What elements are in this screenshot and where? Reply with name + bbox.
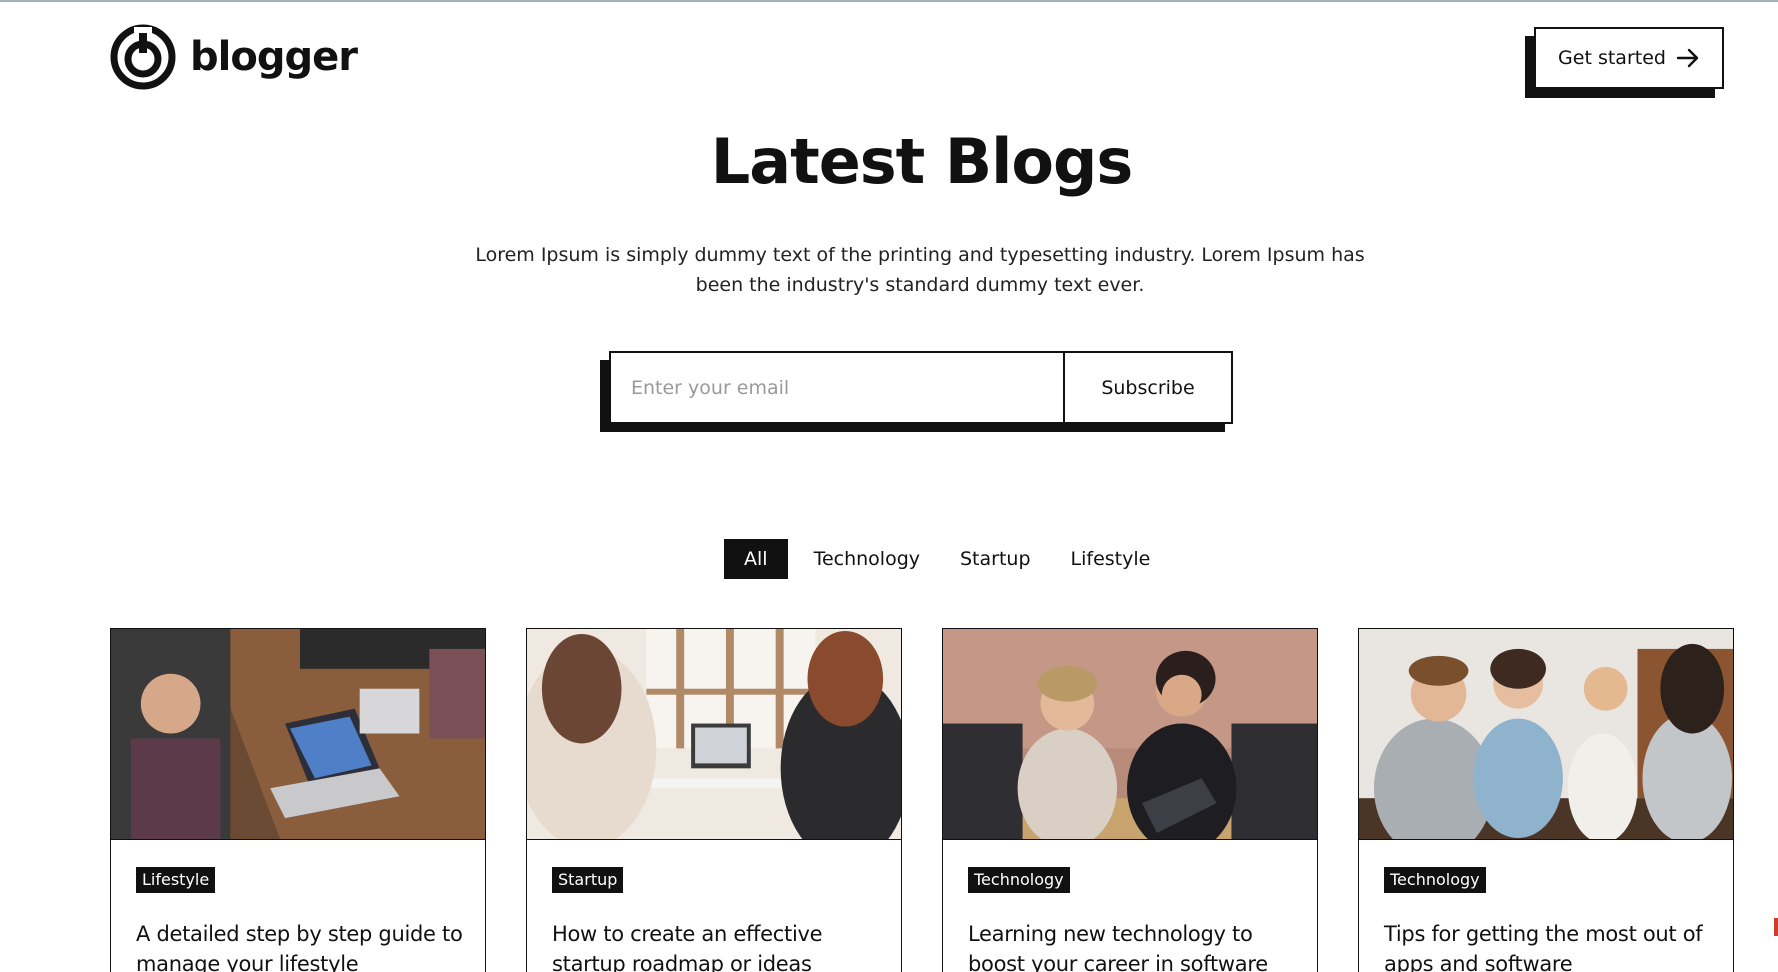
blog-card-title[interactable]: Tips for getting the most out of apps an…: [1384, 919, 1724, 972]
get-started-label: Get started: [1558, 47, 1666, 69]
category-badge: Lifestyle: [136, 867, 216, 893]
brand-logo[interactable]: blogger: [110, 24, 358, 90]
blog-card-image[interactable]: [1359, 629, 1733, 840]
edge-marker: [1774, 918, 1778, 936]
email-input[interactable]: [611, 353, 1065, 422]
subscribe-button[interactable]: Subscribe: [1065, 353, 1231, 422]
blog-card[interactable]: Startup How to create an effective start…: [526, 628, 902, 972]
category-tabs: All Technology Startup Lifestyle: [724, 539, 1164, 579]
blog-card-image[interactable]: [943, 629, 1317, 840]
page-title: Latest Blogs: [710, 125, 1134, 198]
blog-card-image[interactable]: [527, 629, 901, 840]
get-started-button-wrapper: Get started: [1525, 27, 1724, 99]
tab-all[interactable]: All: [724, 539, 788, 579]
blog-card[interactable]: Technology Learning new technology to bo…: [942, 628, 1318, 972]
subscribe-form: Subscribe: [600, 351, 1233, 433]
blog-card[interactable]: Technology Tips for getting the most out…: [1358, 628, 1734, 972]
brand-name: blogger: [190, 34, 358, 80]
top-border: [0, 0, 1778, 2]
blog-card-title[interactable]: Learning new technology to boost your ca…: [968, 919, 1308, 972]
category-badge: Technology: [1384, 867, 1486, 893]
category-badge: Startup: [552, 867, 624, 893]
category-badge: Technology: [968, 867, 1070, 893]
tab-lifestyle[interactable]: Lifestyle: [1057, 539, 1165, 579]
blog-card-title[interactable]: A detailed step by step guide to manage …: [136, 919, 476, 972]
blog-card[interactable]: Lifestyle A detailed step by step guide …: [110, 628, 486, 972]
subscribe-box: Subscribe: [609, 351, 1233, 424]
tab-technology[interactable]: Technology: [800, 539, 934, 579]
arrow-right-icon: [1676, 48, 1699, 68]
blog-card-image[interactable]: [111, 629, 485, 840]
page-subtitle: Lorem Ipsum is simply dummy text of the …: [475, 244, 1365, 296]
tab-startup[interactable]: Startup: [946, 539, 1045, 579]
power-icon: [110, 24, 176, 90]
get-started-button[interactable]: Get started: [1534, 27, 1724, 89]
blog-card-title[interactable]: How to create an effective startup roadm…: [552, 919, 892, 972]
